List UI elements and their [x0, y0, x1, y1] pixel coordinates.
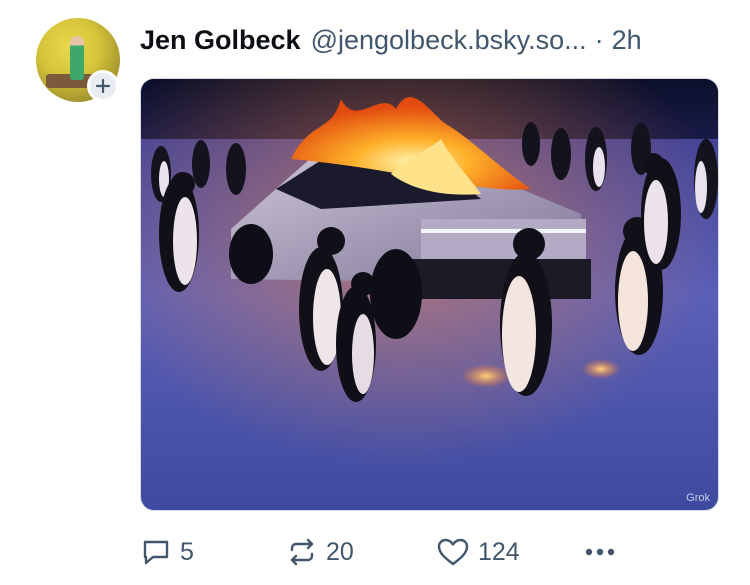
author-handle[interactable]: @jengolbeck.bsky.so...: [311, 25, 587, 56]
plus-icon: [95, 78, 111, 94]
post-image[interactable]: Grok: [140, 78, 719, 511]
repost-icon: [290, 538, 314, 566]
reply-icon: [143, 540, 169, 565]
author-avatar-wrap[interactable]: [36, 18, 120, 102]
avatar-person-shape: [70, 36, 84, 80]
post-header: Jen Golbeck @jengolbeck.bsky.so... · 2h: [140, 22, 642, 58]
post-card[interactable]: Jen Golbeck @jengolbeck.bsky.so... · 2h: [0, 0, 750, 585]
heart-icon: [437, 538, 469, 566]
like-button[interactable]: 124: [436, 532, 520, 572]
follow-button[interactable]: [87, 70, 119, 102]
post-timestamp[interactable]: 2h: [612, 25, 642, 56]
repost-button[interactable]: 20: [286, 532, 354, 572]
more-options-button[interactable]: [582, 532, 626, 572]
author-display-name[interactable]: Jen Golbeck: [140, 25, 301, 56]
reply-button[interactable]: 5: [140, 532, 194, 572]
more-icon: [585, 548, 615, 556]
post-actions: 5 20 124: [140, 532, 620, 572]
repost-count: 20: [326, 537, 354, 566]
image-watermark: Grok: [686, 492, 710, 504]
penguins-burning-truck-illustration: [141, 79, 718, 510]
like-count: 124: [478, 537, 520, 566]
header-separator: ·: [594, 24, 604, 55]
reply-count: 5: [180, 537, 194, 566]
